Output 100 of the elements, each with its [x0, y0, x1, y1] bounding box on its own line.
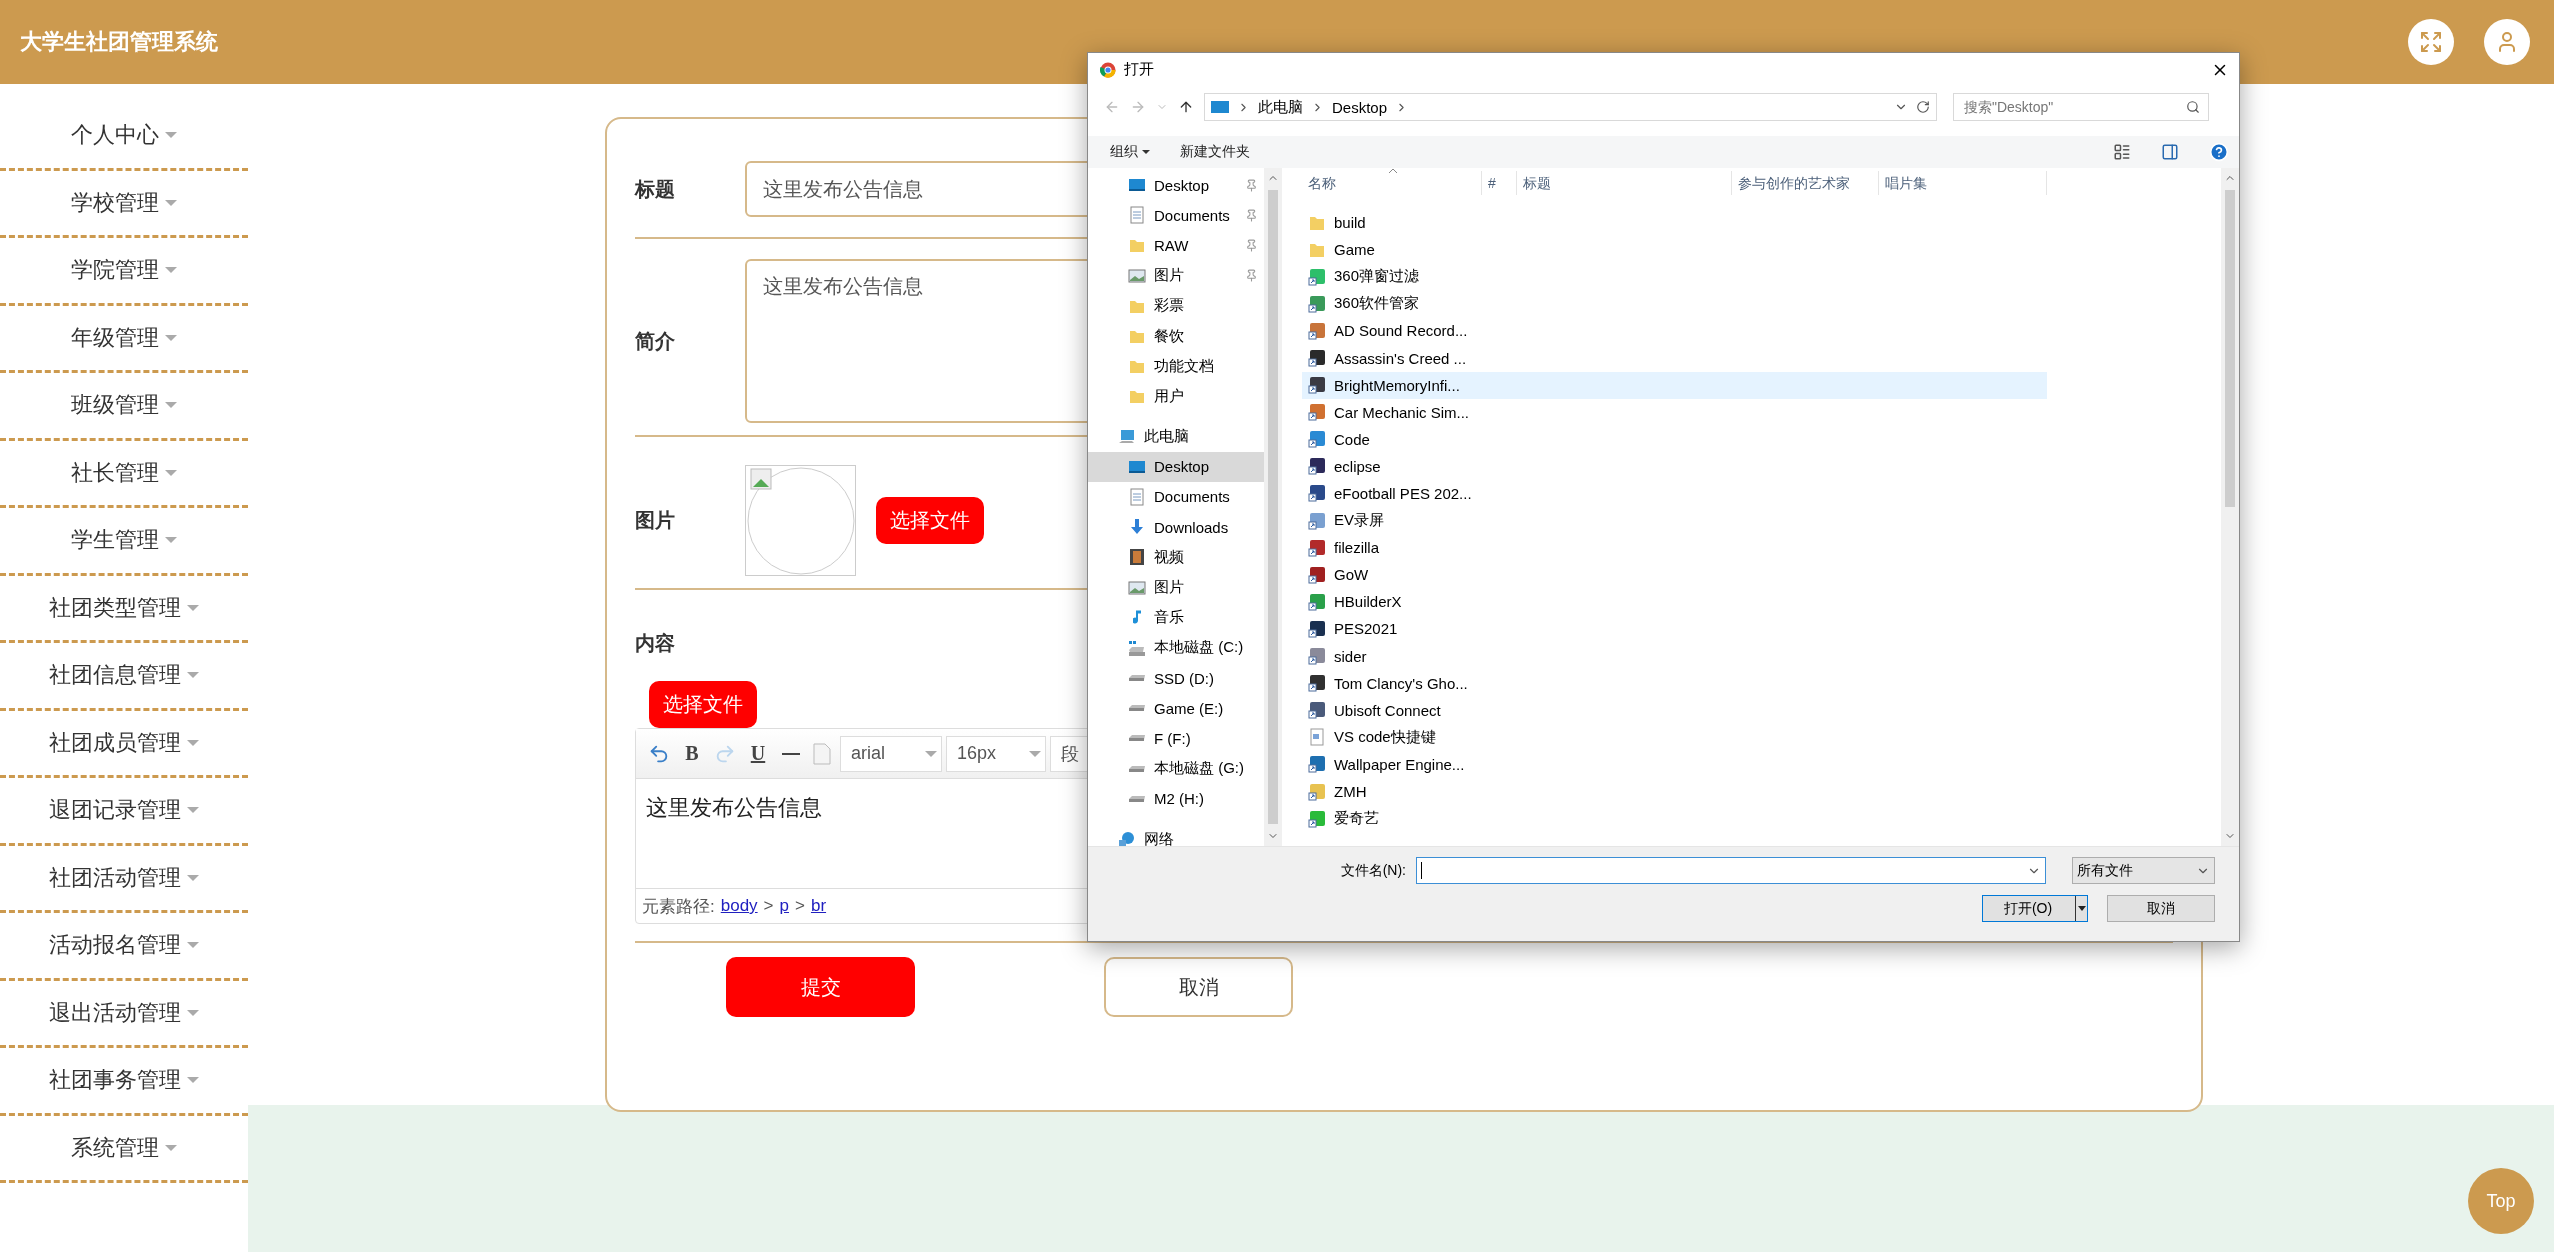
field-label: 标题 [635, 176, 676, 202]
picture-icon [1128, 578, 1146, 597]
refresh-icon[interactable] [1916, 100, 1930, 114]
help-icon[interactable] [2209, 142, 2229, 162]
view-icon[interactable] [2113, 143, 2131, 161]
search-icon [2186, 100, 2200, 114]
file-item[interactable]: eFootball PES 202... [1302, 479, 2047, 508]
file-item[interactable]: BrightMemoryInfi... [1302, 371, 2047, 399]
caret-icon[interactable] [2077, 906, 2086, 911]
nav-item[interactable]: Game (E:) [1088, 693, 1264, 724]
monitor-icon [1211, 100, 1229, 114]
file-item[interactable]: HBuilderX [1302, 588, 2047, 616]
user-button[interactable] [2484, 19, 2530, 65]
file-item[interactable]: Assassin's Creed ... [1302, 344, 2047, 372]
file-item[interactable]: 爱奇艺 [1302, 805, 2047, 833]
nav-item[interactable]: 此电脑 [1088, 421, 1264, 452]
drive-icon [1128, 734, 1146, 743]
file-item[interactable]: build [1302, 209, 2047, 237]
nav-item[interactable]: 本地磁盘 (C:) [1088, 632, 1264, 663]
file-name-field[interactable] [1416, 857, 2046, 884]
size-select[interactable]: 16px [946, 735, 1046, 772]
music-note-icon [1132, 610, 1142, 626]
bold-button[interactable]: B [681, 742, 703, 765]
nav-item[interactable]: Desktop [1088, 451, 1264, 482]
path-link[interactable]: p [779, 896, 789, 916]
up-icon[interactable] [1178, 99, 1194, 115]
file-name-label: 文件名(N): [1340, 861, 1406, 880]
nav-item[interactable]: 本地磁盘 (G:) [1088, 753, 1264, 784]
file-item[interactable]: eclipse [1302, 452, 2047, 480]
nav-item[interactable]: 视频 [1088, 542, 1264, 573]
search-field[interactable]: 搜索"Desktop" [1953, 93, 2209, 121]
document-icon [1128, 206, 1146, 225]
breadcrumb-item[interactable]: Desktop [1332, 98, 1388, 116]
nav-item[interactable]: Documents [1088, 200, 1264, 231]
computer-icon [1118, 427, 1136, 446]
column-header[interactable]: 唱片集 [1879, 171, 2047, 195]
fullscreen-button[interactable] [2408, 19, 2454, 65]
nav-item[interactable]: 功能文档 [1088, 351, 1264, 382]
submit-button[interactable]: 提交 [726, 957, 915, 1017]
scrollbar[interactable] [2221, 168, 2239, 846]
column-header[interactable]: # [1482, 171, 1517, 195]
file-item[interactable]: VS code快捷键 [1302, 723, 2047, 751]
file-item[interactable]: Tom Clancy's Gho... [1302, 669, 2047, 697]
nav-item[interactable]: 用户 [1088, 381, 1264, 412]
file-item[interactable]: EV录屏 [1302, 507, 2047, 535]
command-button[interactable]: 新建文件夹 [1180, 143, 1250, 161]
file-item[interactable]: Car Mechanic Sim... [1302, 398, 2047, 426]
cancel-button[interactable]: 取消 [2107, 895, 2215, 922]
scrollbar[interactable] [1264, 168, 1282, 846]
nav-item[interactable]: 图片 [1088, 260, 1264, 291]
command-button[interactable]: 组织 [1110, 143, 1150, 161]
column-header[interactable]: 参与创作的艺术家 [1732, 171, 1879, 195]
drive-icon [1128, 704, 1146, 713]
breadcrumb-item[interactable]: 此电脑 [1258, 97, 1303, 117]
open-button[interactable]: 打开(O) [1982, 895, 2088, 922]
path-link[interactable]: br [810, 896, 827, 916]
dialog-title: 打开 [1124, 60, 1155, 79]
file-item[interactable]: AD Sound Record... [1302, 317, 2047, 345]
preview-pane-icon[interactable] [2161, 143, 2179, 161]
nav-item[interactable]: 图片 [1088, 572, 1264, 603]
path-separator: > [763, 896, 774, 916]
file-item[interactable]: Wallpaper Engine... [1302, 750, 2047, 778]
path-link[interactable]: body [720, 896, 758, 916]
cancel-button[interactable]: 取消 [1104, 957, 1293, 1017]
file-item[interactable]: GoW [1302, 561, 2047, 589]
browser-icon [1100, 61, 1116, 78]
file-item[interactable]: ZMH [1302, 777, 2047, 806]
file-item[interactable]: 360弹窗过滤 [1302, 263, 2047, 291]
choose-file-button[interactable]: 选择文件 [876, 497, 984, 544]
drive-icon [1128, 764, 1146, 773]
file-item[interactable]: Ubisoft Connect [1302, 696, 2047, 724]
file-item[interactable]: 360软件管家 [1302, 290, 2047, 318]
column-header[interactable]: 标题 [1517, 171, 1732, 195]
nav-item[interactable]: Downloads [1088, 512, 1264, 543]
font-select[interactable]: arial [840, 735, 942, 772]
nav-item[interactable]: 彩票 [1088, 290, 1264, 321]
file-item[interactable]: Game [1302, 236, 2047, 264]
expand-icon [2419, 30, 2443, 54]
file-item[interactable]: filezilla [1302, 534, 2047, 562]
file-item[interactable]: PES2021 [1302, 615, 2047, 643]
file-type-select[interactable]: 所有文件 [2072, 857, 2215, 884]
document-icon [1308, 728, 1326, 747]
path-label: 元素路径: [642, 895, 715, 918]
nav-item[interactable]: RAW [1088, 230, 1264, 261]
nav-item[interactable]: 网络 [1088, 823, 1264, 846]
drive-icon [1128, 794, 1146, 803]
field-label: 内容 [635, 631, 676, 656]
file-item[interactable]: Code [1302, 425, 2047, 453]
column-header[interactable]: 名称 [1302, 171, 1482, 195]
nav-item[interactable]: F (F:) [1088, 723, 1264, 754]
nav-item[interactable]: Desktop [1088, 170, 1264, 201]
nav-item[interactable]: 音乐 [1088, 602, 1264, 633]
choose-file-button[interactable]: 选择文件 [649, 681, 757, 728]
address-bar[interactable]: 此电脑 Desktop [1204, 93, 1937, 121]
underline-button[interactable]: U [747, 742, 769, 765]
file-item[interactable]: sider [1302, 642, 2047, 670]
nav-item[interactable]: 餐饮 [1088, 320, 1264, 352]
nav-item[interactable]: Documents [1088, 481, 1264, 513]
nav-item[interactable]: SSD (D:) [1088, 663, 1264, 694]
nav-item[interactable]: M2 (H:) [1088, 783, 1264, 814]
